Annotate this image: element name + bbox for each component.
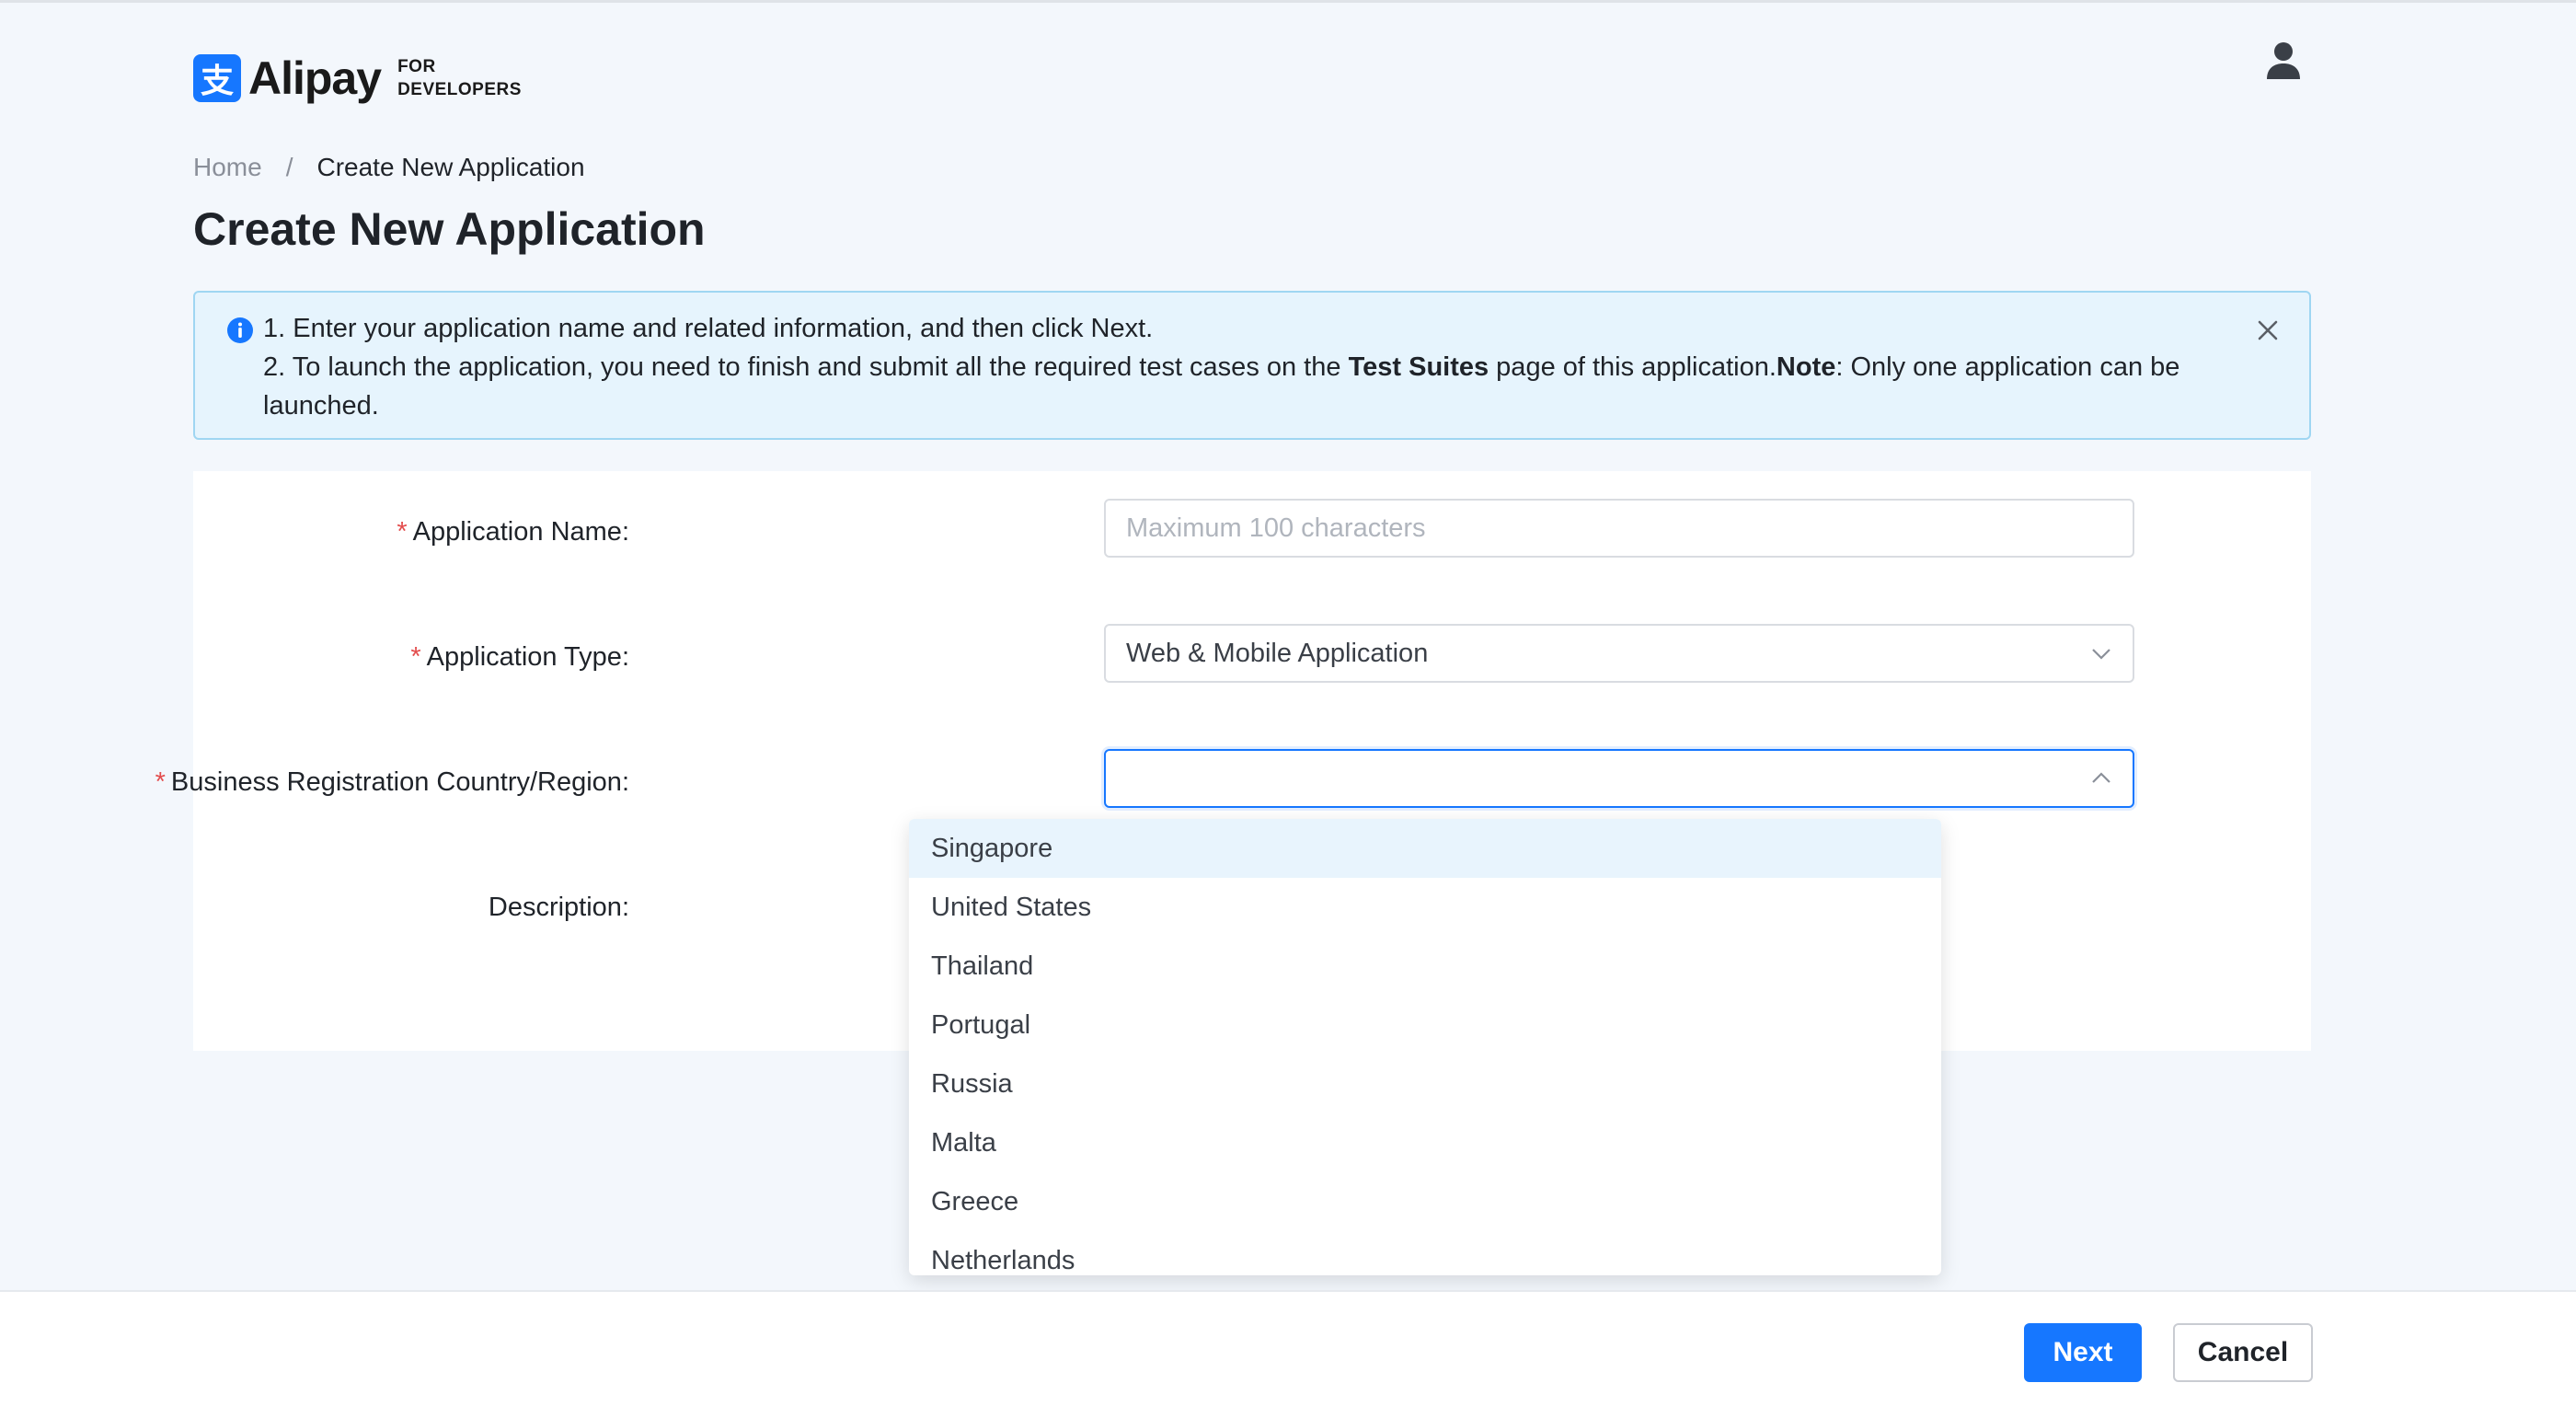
test-suites-text: Test Suites [1348, 352, 1489, 382]
footer-bar: Next Cancel [0, 1290, 2576, 1406]
country-option[interactable]: Netherlands [909, 1231, 1941, 1275]
next-button[interactable]: Next [2024, 1323, 2142, 1382]
logo-text: Alipay [248, 52, 382, 104]
top-border [0, 0, 2576, 3]
app-name-field[interactable] [1104, 499, 2134, 558]
alipay-logo-icon: 支 [193, 54, 241, 102]
country-option[interactable]: United States [909, 878, 1941, 937]
app-type-select[interactable]: Web & Mobile Application [1104, 624, 2134, 683]
logo-subtitle: FOR DEVELOPERS [397, 57, 522, 99]
app-type-label: * Application Type: [410, 642, 629, 672]
country-dropdown: Singapore United States Thailand Portuga… [909, 819, 1941, 1275]
country-label: * Business Registration Country/Region: [155, 767, 629, 797]
country-option[interactable]: Thailand [909, 937, 1941, 996]
alert-line-1: 1. Enter your application name and relat… [263, 314, 1154, 343]
country-option[interactable]: Russia [909, 1054, 1941, 1113]
breadcrumb-current: Create New Application [316, 153, 585, 181]
app-type-value: Web & Mobile Application [1126, 638, 1429, 668]
app-name-input[interactable] [1126, 513, 2112, 544]
info-icon [227, 317, 253, 343]
user-icon[interactable] [2265, 40, 2302, 81]
country-option[interactable]: Portugal [909, 996, 1941, 1054]
close-icon[interactable] [2254, 317, 2282, 344]
country-select[interactable] [1104, 749, 2134, 808]
description-label: Description: [488, 893, 629, 922]
cancel-button[interactable]: Cancel [2173, 1323, 2313, 1382]
country-option[interactable]: Singapore [909, 819, 1941, 878]
page-title: Create New Application [193, 203, 706, 255]
info-alert: 1. Enter your application name and relat… [193, 291, 2311, 440]
breadcrumb-separator: / [285, 153, 293, 181]
breadcrumb: Home / Create New Application [193, 153, 585, 182]
chevron-down-icon [2092, 649, 2110, 660]
country-option[interactable]: Malta [909, 1113, 1941, 1172]
country-option[interactable]: Greece [909, 1172, 1941, 1231]
chevron-up-icon [2092, 772, 2110, 783]
breadcrumb-home-link[interactable]: Home [193, 153, 262, 182]
alert-line-2: 2. To launch the application, you need t… [263, 352, 2180, 421]
app-name-label: * Application Name: [397, 517, 629, 547]
header-logo[interactable]: 支 Alipay FOR DEVELOPERS [193, 52, 522, 105]
alert-message: 1. Enter your application name and relat… [263, 309, 2232, 425]
note-label: Note [1776, 352, 1836, 382]
